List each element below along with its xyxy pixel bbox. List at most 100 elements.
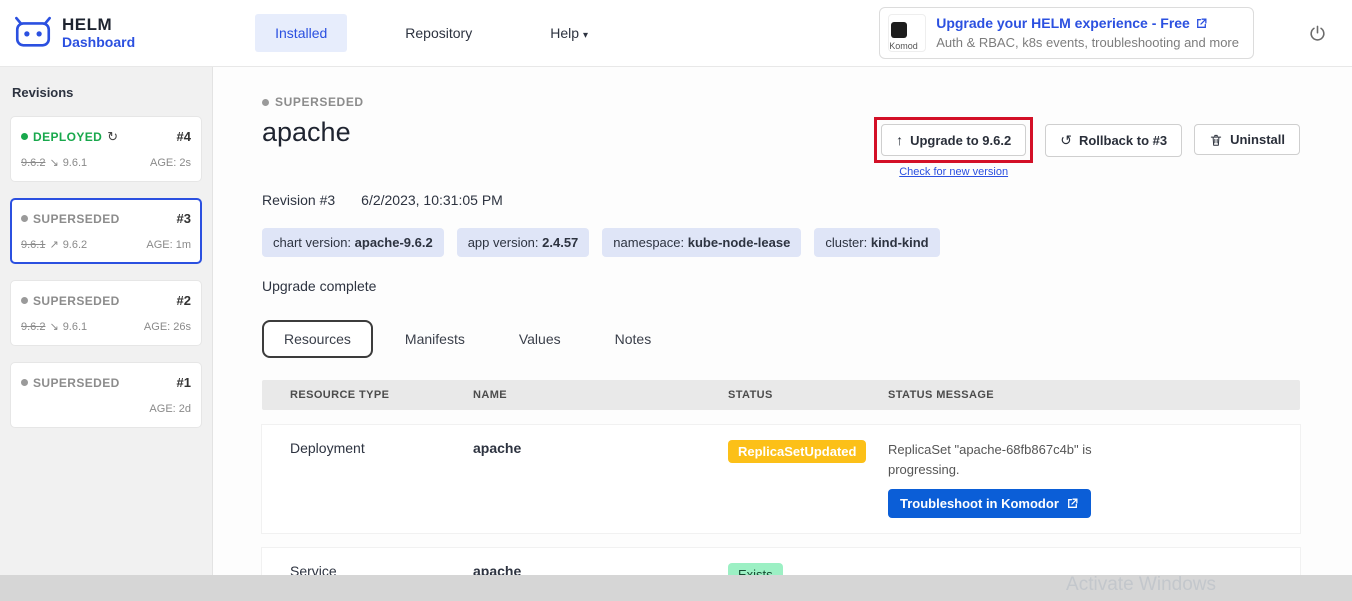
tab-values[interactable]: Values (497, 320, 583, 358)
revision-age: AGE: 26s (144, 321, 191, 333)
col-header-status-message: STATUS MESSAGE (874, 380, 1300, 410)
version-new: 9.6.1 (63, 321, 87, 333)
status-message-text: ReplicaSet "apache-68fb867c4b" is progre… (888, 440, 1138, 480)
namespace-badge: namespace: kube-node-lease (602, 228, 801, 257)
revision-date: 6/2/2023, 10:31:05 PM (361, 192, 503, 208)
revision-number: #1 (177, 375, 191, 390)
trash-icon (1209, 133, 1223, 147)
release-description: Upgrade complete (262, 278, 1300, 294)
promo-subtitle: Auth & RBAC, k8s events, troubleshooting… (936, 34, 1239, 53)
badge-label: app version: (468, 235, 542, 250)
badge-label: chart version: (273, 235, 355, 250)
status-badge-exists: Exists (728, 563, 783, 575)
version-arrow-icon: ↗ (49, 238, 58, 251)
revision-card-4-top: DEPLOYED ↻ #4 (21, 129, 191, 144)
version-old: 9.6.2 (21, 157, 45, 169)
upgrade-button[interactable]: ↑ Upgrade to 9.6.2 (881, 124, 1026, 156)
revision-number: #4 (177, 129, 191, 144)
komodor-logo-text: Komod (889, 41, 918, 51)
revision-card-4[interactable]: DEPLOYED ↻ #4 9.6.2 ↘ 9.6.1 AGE: 2s (10, 116, 202, 182)
promo-link[interactable]: Upgrade your HELM experience - Free (936, 13, 1239, 33)
revision-card-2-top: SUPERSEDED #2 (21, 293, 191, 308)
external-link-icon (1195, 17, 1208, 30)
nav-help[interactable]: Help▾ (530, 14, 608, 52)
release-status-row: SUPERSEDED (262, 95, 1300, 109)
revision-card-1-bottom: AGE: 2d (21, 402, 191, 415)
komodor-promo-banner[interactable]: Komod Upgrade your HELM experience - Fre… (879, 7, 1254, 59)
revision-age: AGE: 1m (146, 239, 191, 251)
badge-value: kube-node-lease (688, 235, 791, 250)
release-status-dot (262, 99, 269, 106)
badge-label: namespace: (613, 235, 687, 250)
rollback-button[interactable]: ↺ Rollback to #3 (1045, 124, 1182, 157)
troubleshoot-button[interactable]: Troubleshoot in Komodor (888, 489, 1091, 518)
app-version-badge: app version: 2.4.57 (457, 228, 590, 257)
rollback-icon: ↺ (1060, 132, 1072, 149)
revision-number: #3 (177, 211, 191, 226)
power-icon[interactable] (1300, 16, 1334, 50)
table-row-deployment: Deployment apache ReplicaSetUpdated Repl… (262, 425, 1300, 533)
col-header-resource-type: RESOURCE TYPE (262, 380, 459, 410)
tab-resources[interactable]: Resources (262, 320, 373, 358)
status-dot-superseded (21, 297, 28, 304)
tab-notes[interactable]: Notes (593, 320, 674, 358)
chevron-down-icon: ▾ (583, 30, 588, 41)
revisions-sidebar: Revisions DEPLOYED ↻ #4 9.6.2 ↘ 9.6.1 AG… (0, 67, 213, 575)
main-nav: Installed Repository Help▾ (255, 14, 608, 52)
activate-windows-watermark: Activate Windows (1066, 574, 1216, 596)
revision-card-2[interactable]: SUPERSEDED #2 9.6.2 ↘ 9.6.1 AGE: 26s (10, 280, 202, 346)
revision-status: SUPERSEDED (33, 212, 120, 226)
revision-card-4-bottom: 9.6.2 ↘ 9.6.1 AGE: 2s (21, 156, 191, 169)
metadata-badges: chart version: apache-9.6.2 app version:… (262, 228, 1300, 257)
uninstall-button[interactable]: Uninstall (1194, 124, 1300, 155)
version-old: 9.6.1 (21, 239, 45, 251)
revision-status: SUPERSEDED (33, 294, 120, 308)
version-new: 9.6.2 (63, 239, 87, 251)
logo-title: HELM (62, 16, 135, 35)
badge-label: cluster: (825, 235, 871, 250)
status-dot-superseded (21, 215, 28, 222)
reload-icon[interactable]: ↻ (107, 130, 118, 143)
revision-card-1[interactable]: SUPERSEDED #1 AGE: 2d (10, 362, 202, 428)
version-new: 9.6.1 (63, 157, 87, 169)
badge-value: kind-kind (871, 235, 929, 250)
troubleshoot-button-label: Troubleshoot in Komodor (900, 496, 1059, 511)
version-arrow-icon: ↘ (49, 320, 58, 333)
cell-name: apache (459, 548, 714, 575)
cell-resource-type: Service (262, 548, 459, 575)
helm-logo[interactable]: HELM Dashboard (12, 15, 135, 51)
external-link-icon (1066, 497, 1079, 510)
release-title: apache (262, 117, 351, 148)
cell-name: apache (459, 425, 714, 533)
revision-status: DEPLOYED (33, 130, 102, 144)
rollback-button-label: Rollback to #3 (1079, 133, 1167, 148)
version-arrow-icon: ↘ (49, 156, 58, 169)
revision-date-row: Revision #3 6/2/2023, 10:31:05 PM (262, 192, 1300, 208)
badge-value: 2.4.57 (542, 235, 578, 250)
cell-status: Exists (714, 548, 874, 575)
release-status-label: SUPERSEDED (275, 95, 364, 109)
revision-number: #2 (177, 293, 191, 308)
revision-card-3[interactable]: SUPERSEDED #3 9.6.1 ↗ 9.6.2 AGE: 1m (10, 198, 202, 264)
chart-version-badge: chart version: apache-9.6.2 (262, 228, 444, 257)
cell-status-message: ReplicaSet "apache-68fb867c4b" is progre… (874, 425, 1300, 533)
cell-resource-type: Deployment (262, 425, 459, 533)
nav-installed[interactable]: Installed (255, 14, 347, 52)
promo-link-label: Upgrade your HELM experience - Free (936, 13, 1190, 33)
revision-card-3-top: SUPERSEDED #3 (21, 211, 191, 226)
check-new-version-link[interactable]: Check for new version (899, 166, 1008, 178)
cell-status-message (874, 548, 1300, 575)
version-old: 9.6.2 (21, 321, 45, 333)
revision-label: Revision #3 (262, 192, 335, 208)
main-content: SUPERSEDED apache ↑ Upgrade to 9.6.2 Che… (213, 67, 1352, 575)
table-row-service: Service apache Exists (262, 548, 1300, 575)
status-dot-deployed (21, 133, 28, 140)
tab-manifests[interactable]: Manifests (383, 320, 487, 358)
uninstall-button-label: Uninstall (1230, 132, 1285, 147)
nav-repository[interactable]: Repository (385, 14, 492, 52)
revision-card-2-bottom: 9.6.2 ↘ 9.6.1 AGE: 26s (21, 320, 191, 333)
tabs: Resources Manifests Values Notes (262, 320, 1300, 358)
komodor-logo-mark (891, 22, 907, 38)
revision-age: AGE: 2s (150, 157, 191, 169)
revision-age: AGE: 2d (149, 403, 191, 415)
